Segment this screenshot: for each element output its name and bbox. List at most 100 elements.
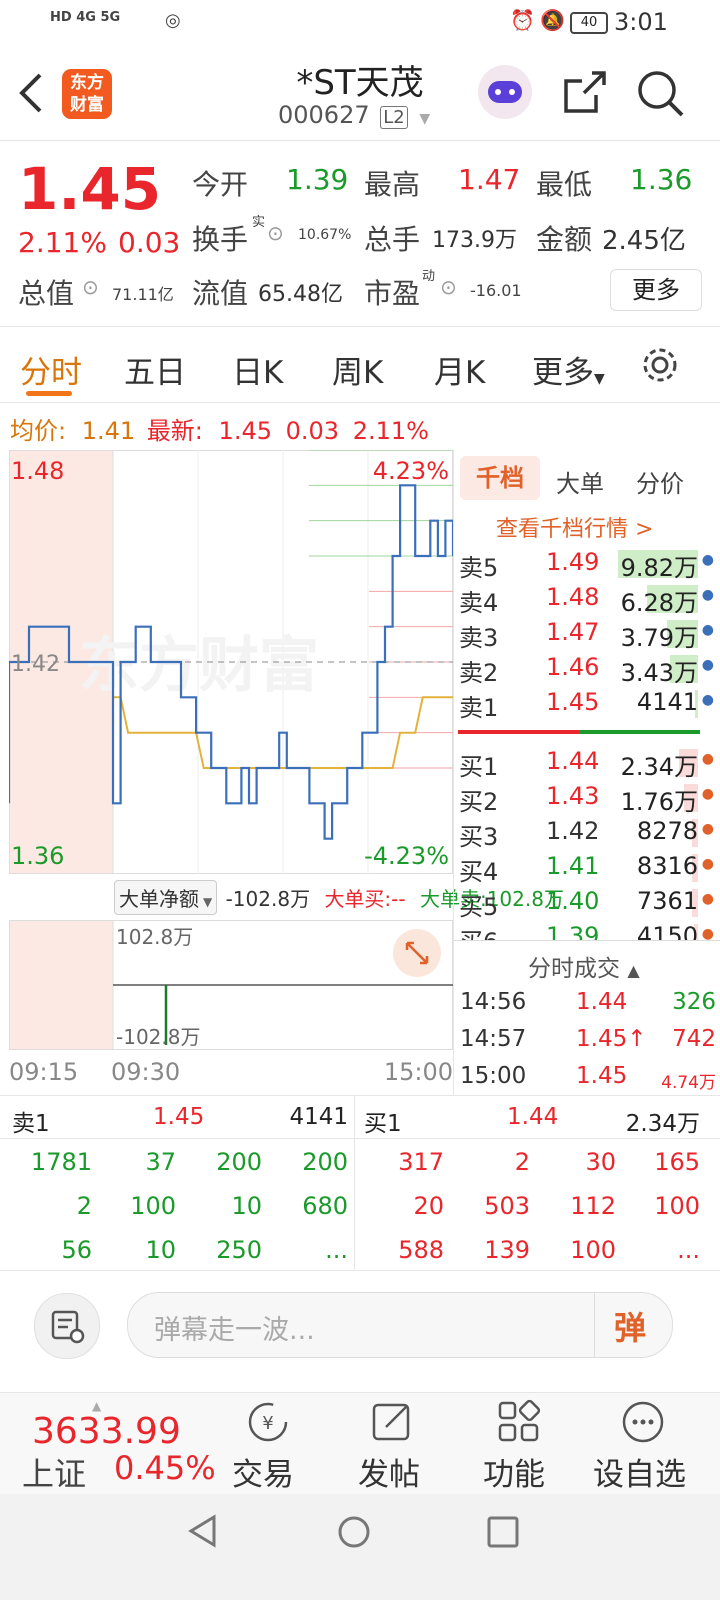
nav-post[interactable]: 发帖: [358, 1449, 420, 1494]
bottom-nav: ▲ 3633.99 上证 0.45% ¥ 交易 发帖 功能 设自选: [0, 1392, 720, 1495]
caret-up-icon: ▲: [627, 961, 640, 980]
bid-volume: 4150: [636, 922, 698, 940]
bid-row[interactable]: 买1 1.44 2.34万 ●: [459, 747, 718, 781]
danmaku-placeholder: 弹幕走一波...: [154, 1315, 315, 1346]
bid-row[interactable]: 买4 1.41 8316 ●: [459, 852, 718, 886]
queue-buy-label: 买1: [364, 1111, 402, 1137]
nav-functions[interactable]: 功能: [483, 1449, 545, 1494]
queue-sell-cell: 56: [61, 1236, 92, 1264]
queue-buy-cell: ...: [677, 1236, 700, 1264]
bid-volume: 7361: [636, 887, 698, 915]
nav-home-icon[interactable]: [336, 1514, 372, 1550]
queue-sell-cell: 2: [76, 1192, 92, 1220]
queue-sell-cell: 100: [130, 1192, 176, 1220]
queue-buy-cell: 317: [398, 1148, 444, 1176]
bid-volume: 8278: [636, 817, 698, 845]
queue-sell-cell: ...: [325, 1236, 348, 1264]
functions-grid-icon[interactable]: [496, 1399, 542, 1445]
bid-price: 1.42: [546, 817, 600, 845]
ticks-title-text: 分时成交: [528, 956, 620, 982]
netflow-bottom: -102.8万: [116, 1025, 200, 1049]
queue-buy-price: 1.44: [507, 1104, 559, 1130]
nav-recents-icon[interactable]: [486, 1515, 520, 1549]
index-widget[interactable]: ▲ 3633.99 上证 0.45%: [22, 1399, 216, 1493]
queue-sell-cell: 10: [145, 1236, 176, 1264]
queue-buy-cell: 588: [398, 1236, 444, 1264]
queue-buy-cell: 100: [654, 1192, 700, 1220]
danmaku-input[interactable]: 弹幕走一波... 弹: [127, 1292, 673, 1358]
bid-row[interactable]: 买2 1.43 1.76万 ●: [459, 782, 718, 816]
index-name: 上证: [22, 1455, 87, 1493]
svg-text:¥: ¥: [262, 1413, 273, 1434]
queue-sell-cell: 200: [216, 1148, 262, 1176]
queue-buy-cell: 139: [484, 1236, 530, 1264]
time-axis: 09:15 09:30 15:00: [9, 1058, 453, 1088]
queue-sell-cell: 37: [145, 1148, 176, 1176]
x-label-open: 09:30: [111, 1058, 181, 1086]
index-value: 3633.99: [32, 1411, 181, 1452]
ticks-title[interactable]: 分时成交 ▲: [528, 949, 640, 983]
bid-price: 1.39: [546, 922, 600, 940]
tick-volume: 4.74万: [661, 1073, 716, 1093]
queue-sell-cell: 10: [231, 1192, 262, 1220]
bid-price: 1.43: [546, 782, 600, 810]
queue-sell-price: 1.45: [153, 1104, 205, 1130]
order-dot-icon: ●: [701, 856, 714, 872]
tick-time: 14:56: [460, 989, 527, 1015]
x-label-close: 15:00: [383, 1058, 453, 1086]
trade-icon[interactable]: ¥: [245, 1399, 291, 1445]
bid-label: 买2: [459, 788, 499, 816]
comment-bar: 弹幕走一波... 弹: [0, 1271, 720, 1391]
queue-buy-cell: 503: [484, 1192, 530, 1220]
tick-time: 15:00: [460, 1063, 527, 1089]
queue-sell-cell: 1781: [30, 1148, 92, 1176]
danmaku-send-icon[interactable]: 弹: [614, 1303, 646, 1349]
queue-sell-cell: 200: [302, 1148, 348, 1176]
queue-buy-cell: 30: [585, 1148, 616, 1176]
tick-row: 15:00 1.45 4.74万: [458, 1063, 716, 1095]
index-pct: 0.45%: [114, 1449, 216, 1487]
danmaku-settings-icon: [51, 1310, 85, 1344]
queue-sell-cell: 250: [216, 1236, 262, 1264]
queue-sell-vol: 4141: [289, 1104, 348, 1130]
nav-back-icon[interactable]: [186, 1514, 220, 1548]
tick-price: 1.45↑: [576, 1026, 647, 1052]
queue-sell-label: 卖1: [12, 1111, 50, 1137]
bid-label: 买6: [459, 922, 498, 940]
bid-label: 买3: [459, 823, 499, 851]
post-icon[interactable]: [370, 1399, 416, 1445]
bid-price: 1.40: [546, 887, 600, 915]
queue-buy-cell: 2: [514, 1148, 530, 1176]
queue-buy-cell: 100: [570, 1236, 616, 1264]
queue-buy-cell: 20: [413, 1192, 444, 1220]
order-dot-icon: ●: [701, 786, 714, 802]
order-dot-icon: ●: [701, 891, 714, 907]
bid-price: 1.41: [546, 852, 600, 880]
system-nav-bar: [0, 1494, 720, 1600]
tick-volume: 742: [672, 1026, 716, 1052]
bid-price: 1.44: [546, 747, 600, 775]
bid-volume: 8316: [636, 852, 698, 880]
danmaku-settings-button[interactable]: [34, 1293, 100, 1359]
bid-volume: 1.76万: [620, 788, 698, 816]
bid-row[interactable]: 买5 1.40 7361 ●: [459, 887, 718, 921]
tick-row: 14:57 1.45↑ 742: [458, 1026, 716, 1058]
ticks-panel: 分时成交 ▲ 14:56 1.44 326 14:57 1.45↑ 742 15:00 1.4…: [454, 940, 720, 1096]
tick-price: 1.45: [576, 1063, 628, 1089]
order-dot-icon: ●: [701, 751, 714, 767]
tick-row: 14:56 1.44 326: [458, 989, 716, 1021]
x-label-start: 09:15: [9, 1058, 79, 1086]
more-dots-icon[interactable]: [620, 1399, 666, 1445]
tick-price: 1.44: [576, 989, 628, 1015]
queue-header: 卖1 1.45 4141 买1 1.44 2.34万: [0, 1096, 720, 1138]
bid-levels: 买1 1.44 2.34万 ● 买2 1.43 1.76万 ● 买3 1.42 8278 ● 买4 1.4…: [0, 0, 720, 940]
order-dot-icon: ●: [701, 926, 714, 940]
queue-sell-cell: 680: [302, 1192, 348, 1220]
nav-add-watchlist[interactable]: 设自选: [593, 1449, 686, 1494]
bid-row[interactable]: 买6 1.39 4150●: [459, 922, 718, 940]
nav-trade[interactable]: 交易: [232, 1449, 294, 1494]
tick-time: 14:57: [460, 1026, 527, 1052]
tick-volume: 326: [672, 989, 716, 1015]
bid-row[interactable]: 买3 1.42 8278 ●: [459, 817, 718, 851]
bid-label: 买4: [459, 858, 499, 886]
